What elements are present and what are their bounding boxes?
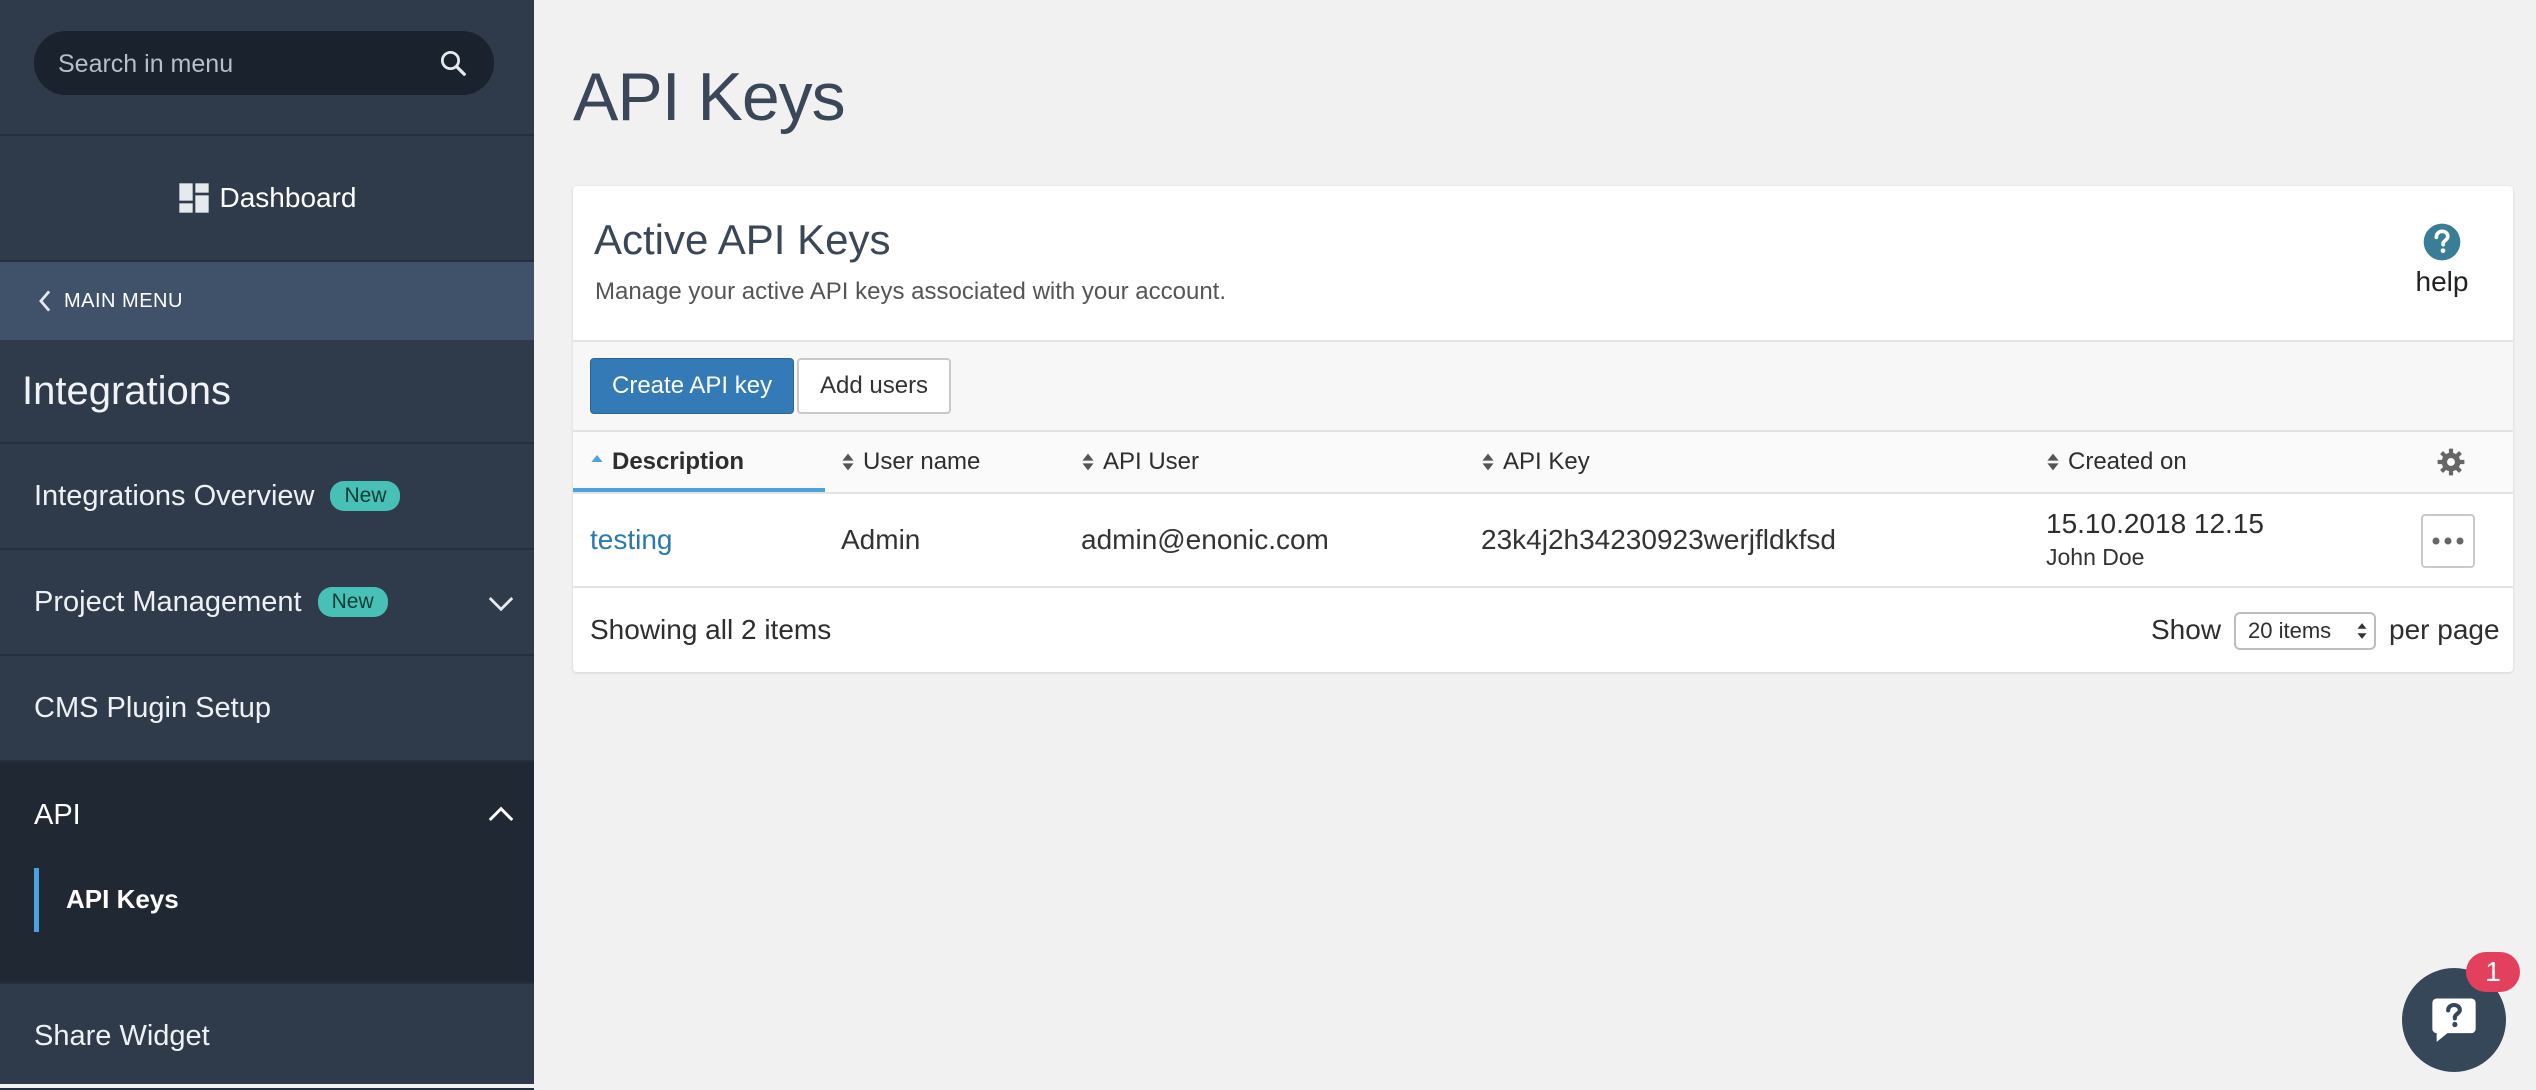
sidebar-item-label: API: [34, 798, 81, 831]
new-badge: New: [317, 587, 388, 617]
column-label: API Key: [1503, 448, 1590, 475]
dashboard-icon: [178, 183, 209, 213]
help-icon: [2423, 223, 2461, 261]
sidebar: Dashboard MAIN MENU Integrations Integra…: [0, 0, 534, 1090]
column-label: User name: [863, 448, 981, 475]
sidebar-item-api[interactable]: API: [0, 762, 534, 868]
created-date-cell: 15.10.2018 12.15: [2046, 508, 2264, 539]
showing-count: Showing all 2 items: [590, 614, 832, 645]
row-actions-button[interactable]: [2421, 514, 2475, 568]
table-row: testing Admin admin@enonic.com 23k4j2h34…: [573, 494, 2513, 588]
per-page-value: 20 items: [2248, 618, 2332, 643]
card-header: Active API Keys Manage your active API k…: [573, 186, 2513, 342]
dashboard-link[interactable]: Dashboard: [0, 136, 534, 262]
api-user-cell: admin@enonic.com: [1081, 524, 1329, 555]
column-header-created-on[interactable]: Created on: [2046, 448, 2187, 476]
table-header: Description User name API User API Key C…: [573, 432, 2513, 494]
sidebar-item-api-keys[interactable]: API Keys: [0, 868, 534, 984]
chevron-down-icon: [488, 597, 514, 612]
sidebar-item-label: Project Management: [34, 585, 302, 618]
search-input[interactable]: [56, 31, 420, 97]
main-menu-label: MAIN MENU: [64, 289, 183, 312]
add-users-button[interactable]: Add users: [797, 358, 952, 414]
sidebar-item-share-widget[interactable]: Share Widget: [0, 984, 534, 1090]
select-arrows-icon: [2357, 623, 2367, 639]
column-header-description[interactable]: Description: [590, 448, 744, 476]
column-header-api-key[interactable]: API Key: [1481, 448, 1590, 476]
sidebar-search-area: [0, 0, 534, 136]
active-sort-indicator: [573, 488, 825, 492]
chat-question-icon: [2432, 998, 2476, 1042]
column-header-api-user[interactable]: API User: [1081, 448, 1199, 476]
column-label: API User: [1103, 448, 1200, 475]
sort-icon: [1082, 453, 1094, 471]
chevron-up-icon: [488, 806, 514, 822]
sidebar-item-label: Share Widget: [34, 1019, 210, 1052]
column-label: Created on: [2068, 448, 2187, 475]
help-button[interactable]: help: [2407, 222, 2477, 298]
new-badge: New: [330, 481, 401, 511]
sort-icon: [2047, 453, 2059, 471]
sort-asc-icon: [591, 455, 603, 462]
sidebar-item-integrations-overview[interactable]: Integrations Overview New: [0, 444, 534, 550]
sort-icon: [1482, 453, 1494, 471]
api-key-cell: 23k4j2h34230923werjfldkfsd: [1481, 524, 1836, 555]
chevron-left-icon: [39, 290, 51, 312]
help-label: help: [2415, 266, 2469, 297]
sidebar-item-cms-plugin-setup[interactable]: CMS Plugin Setup: [0, 656, 534, 762]
main-menu-back[interactable]: MAIN MENU: [0, 262, 534, 340]
column-header-user-name[interactable]: User name: [841, 448, 980, 476]
per-page-label: per page: [2389, 614, 2500, 645]
created-by-cell: John Doe: [2046, 544, 2145, 570]
sidebar-item-project-management[interactable]: Project Management New: [0, 550, 534, 656]
sidebar-item-label: API Keys: [66, 884, 179, 914]
description-link[interactable]: testing: [590, 524, 673, 556]
notification-badge: 1: [2466, 952, 2520, 992]
card-subtitle: Manage your active API keys associated w…: [595, 278, 1226, 305]
page-title: API Keys: [573, 59, 846, 135]
search-icon[interactable]: [438, 48, 468, 78]
search-box[interactable]: [34, 31, 494, 97]
per-page-select[interactable]: 20 items: [2234, 612, 2376, 650]
gear-icon[interactable]: [2437, 448, 2465, 476]
sort-icon: [842, 453, 854, 471]
sidebar-item-label: Integrations Overview: [34, 479, 315, 512]
section-title: Integrations: [0, 340, 534, 444]
more-icon: [2432, 537, 2464, 545]
toolbar: Create API key Add users: [573, 342, 2513, 432]
show-label: Show: [2151, 614, 2222, 645]
create-api-key-button[interactable]: Create API key: [590, 358, 795, 414]
card-title: Active API Keys: [594, 216, 891, 263]
active-indicator: [34, 868, 39, 932]
sidebar-group-api: API API Keys: [0, 762, 534, 984]
user-name-cell: Admin: [841, 524, 921, 555]
sidebar-item-label: CMS Plugin Setup: [34, 691, 271, 724]
column-label: Description: [612, 448, 745, 475]
dashboard-label: Dashboard: [219, 182, 357, 213]
table-footer: Showing all 2 items Show 20 items per pa…: [573, 588, 2513, 674]
api-keys-card: Active API Keys Manage your active API k…: [573, 186, 2513, 672]
